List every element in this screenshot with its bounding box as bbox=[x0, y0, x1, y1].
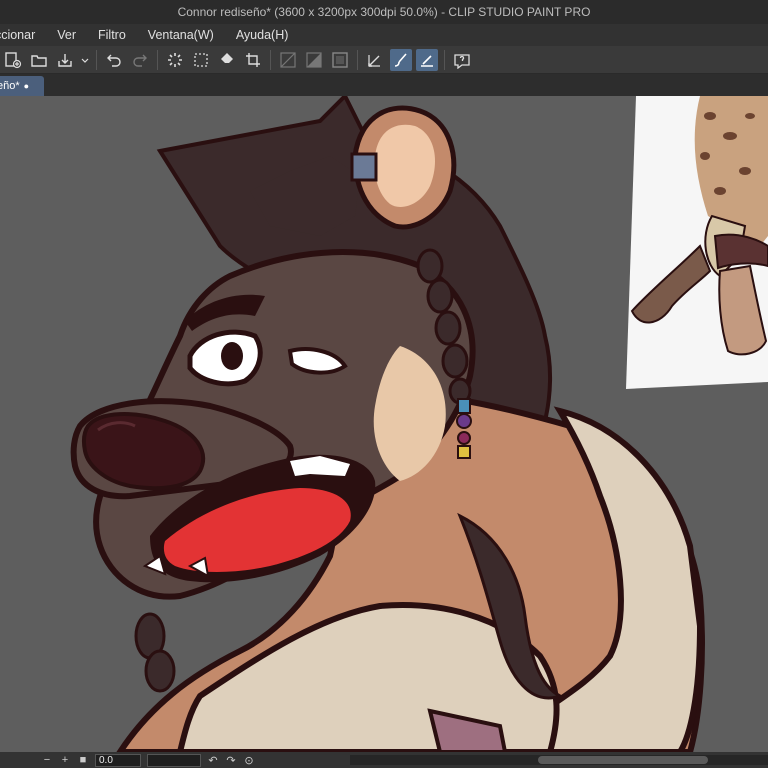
horizontal-scrollbar[interactable] bbox=[350, 755, 768, 765]
reset-rotation-button[interactable]: ⊙ bbox=[242, 753, 256, 767]
select-all-icon[interactable] bbox=[190, 49, 212, 71]
grid-icon[interactable] bbox=[277, 49, 299, 71]
new-file-icon[interactable] bbox=[2, 49, 24, 71]
open-folder-icon[interactable] bbox=[28, 49, 50, 71]
modified-indicator: ● bbox=[23, 81, 30, 91]
scrollbar-thumb[interactable] bbox=[538, 756, 708, 764]
undo-icon[interactable] bbox=[103, 49, 125, 71]
toolbar-divider bbox=[96, 49, 97, 70]
minus-icon: − bbox=[43, 754, 51, 766]
status-bar: − + ■ 0.0 ↶ ↷ ⊙ bbox=[0, 752, 768, 768]
tab-label: eño* bbox=[0, 80, 20, 92]
rotate-left-button[interactable]: ↶ bbox=[206, 753, 220, 767]
toolbar-divider bbox=[270, 49, 271, 70]
rotate-left-icon: ↶ bbox=[208, 754, 218, 767]
menu-item-help[interactable]: Ayuda(H) bbox=[225, 28, 300, 42]
rotation-input[interactable]: 0.0 bbox=[95, 753, 141, 767]
toolbar-divider bbox=[357, 49, 358, 70]
plus-icon: + bbox=[61, 754, 69, 766]
zoom-out-button[interactable]: − bbox=[40, 753, 54, 767]
loading-icon[interactable] bbox=[164, 49, 186, 71]
artwork-illustration[interactable] bbox=[0, 96, 768, 752]
rotation-slider[interactable] bbox=[147, 753, 201, 767]
crop-icon[interactable] bbox=[242, 49, 264, 71]
menu-bar: eccionar Ver Filtro Ventana(W) Ayuda(H) bbox=[0, 24, 768, 46]
rotate-right-icon: ↷ bbox=[226, 754, 236, 767]
help-icon[interactable] bbox=[451, 49, 473, 71]
toolbar-divider bbox=[157, 49, 158, 70]
fill-icon[interactable] bbox=[216, 49, 238, 71]
title-bar: Connor rediseño* (3600 x 3200px 300dpi 5… bbox=[0, 0, 768, 24]
zoom-in-button[interactable]: + bbox=[58, 753, 72, 767]
dropdown-icon[interactable] bbox=[80, 49, 90, 71]
redo-icon[interactable] bbox=[129, 49, 151, 71]
menu-item-window[interactable]: Ventana(W) bbox=[137, 28, 225, 42]
menu-item-filter[interactable]: Filtro bbox=[87, 28, 137, 42]
canvas-area[interactable] bbox=[0, 96, 768, 752]
tab-document[interactable]: eño* ● bbox=[0, 76, 44, 96]
reset-icon: ⊙ bbox=[244, 754, 254, 767]
frame-icon[interactable] bbox=[329, 49, 351, 71]
menu-item-view[interactable]: Ver bbox=[46, 28, 87, 42]
reference-image bbox=[626, 96, 768, 389]
save-icon[interactable] bbox=[54, 49, 76, 71]
toolbar-divider bbox=[444, 49, 445, 70]
document-tab-bar: eño* ● bbox=[0, 74, 768, 96]
window-title: Connor rediseño* (3600 x 3200px 300dpi 5… bbox=[177, 5, 591, 19]
square-icon: ■ bbox=[79, 754, 87, 766]
eraser-icon[interactable] bbox=[416, 48, 438, 71]
fit-button[interactable]: ■ bbox=[76, 753, 90, 767]
command-toolbar bbox=[0, 46, 768, 74]
rotate-right-button[interactable]: ↷ bbox=[224, 753, 238, 767]
brush-icon[interactable] bbox=[390, 48, 412, 71]
menu-item-select[interactable]: eccionar bbox=[0, 28, 46, 42]
ruler-icon[interactable] bbox=[303, 49, 325, 71]
pen-icon[interactable] bbox=[364, 49, 386, 71]
